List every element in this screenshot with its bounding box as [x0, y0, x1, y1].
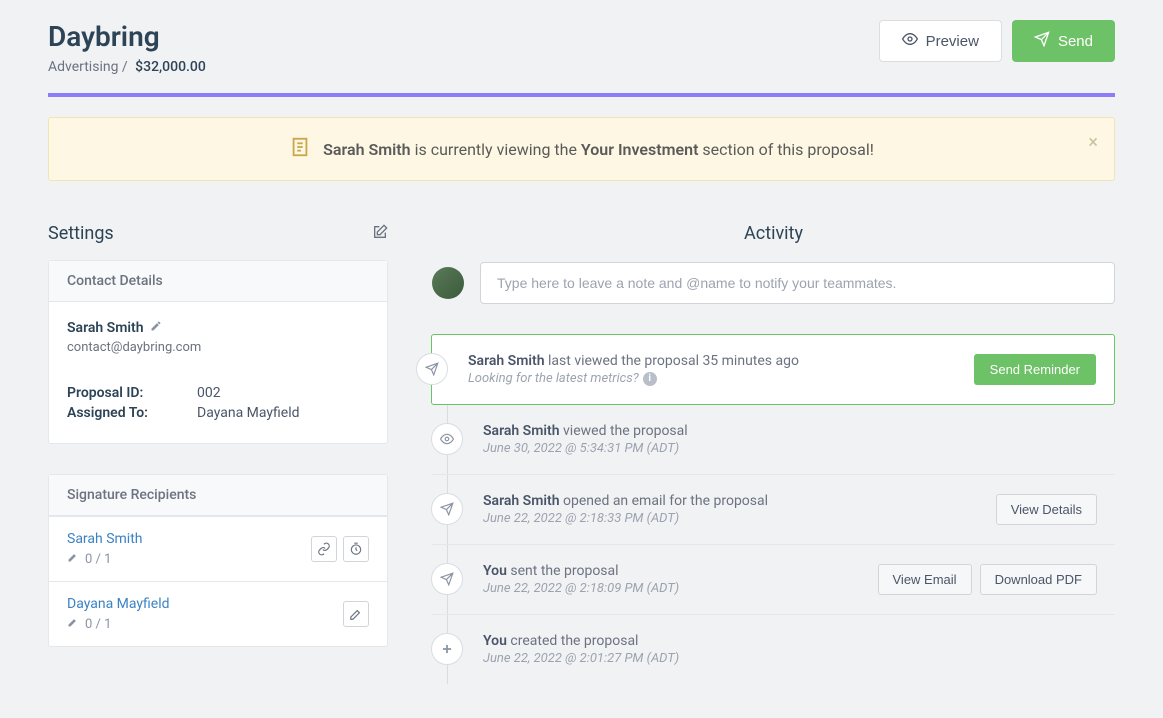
- proposal-amount: $32,000.00: [135, 59, 206, 75]
- view-email-button[interactable]: View Email: [878, 564, 972, 595]
- signature-recipients-header: Signature Recipients: [49, 475, 387, 516]
- link-icon[interactable]: [311, 536, 337, 562]
- view-details-button[interactable]: View Details: [996, 494, 1097, 525]
- category-label: Advertising: [48, 59, 118, 75]
- activity-item: Sarah Smith last viewed the proposal 35 …: [431, 334, 1115, 405]
- recipient-row: Sarah Smith 0 / 1: [49, 516, 387, 581]
- alert-section: Your Investment: [581, 140, 699, 159]
- settings-title: Settings: [48, 223, 114, 244]
- activity-item: You created the proposal June 22, 2022 @…: [432, 615, 1115, 684]
- contact-name: Sarah Smith: [67, 320, 369, 336]
- avatar: [432, 267, 464, 299]
- recipient-signed-count: 0 / 1: [85, 617, 111, 632]
- signature-recipients-card: Signature Recipients Sarah Smith 0 / 1: [48, 474, 388, 647]
- send-icon: [431, 493, 463, 525]
- edit-signer-icon[interactable]: [343, 601, 369, 627]
- alert-viewer: Sarah Smith: [323, 140, 410, 159]
- document-icon: [289, 136, 311, 162]
- alert-text: Sarah Smith is currently viewing the You…: [323, 140, 874, 159]
- recipient-row: Dayana Mayfield 0 / 1: [49, 581, 387, 646]
- send-reminder-button[interactable]: Send Reminder: [974, 354, 1096, 385]
- preview-label: Preview: [926, 33, 979, 50]
- viewing-alert: Sarah Smith is currently viewing the You…: [48, 117, 1115, 181]
- send-icon: [416, 353, 448, 385]
- info-icon[interactable]: i: [643, 372, 657, 386]
- preview-button[interactable]: Preview: [879, 20, 1002, 62]
- activity-title: Activity: [432, 223, 1115, 244]
- contact-email: contact@daybring.com: [67, 340, 369, 355]
- signature-icon: [67, 616, 79, 632]
- accent-divider: [48, 93, 1115, 97]
- recipient-signed-count: 0 / 1: [85, 552, 111, 567]
- contact-details-card: Contact Details Sarah Smith contact@dayb…: [48, 260, 388, 444]
- pencil-icon[interactable]: [150, 320, 162, 336]
- assigned-label: Assigned To:: [67, 405, 197, 421]
- activity-item: Sarah Smith viewed the proposal June 30,…: [432, 405, 1115, 475]
- send-button[interactable]: Send: [1012, 20, 1115, 62]
- contact-details-header: Contact Details: [49, 261, 387, 302]
- send-icon: [1034, 31, 1050, 51]
- send-icon: [431, 563, 463, 595]
- recipient-name[interactable]: Dayana Mayfield: [67, 596, 170, 612]
- note-input[interactable]: [480, 262, 1115, 304]
- activity-item: Sarah Smith opened an email for the prop…: [432, 475, 1115, 545]
- proposal-id-label: Proposal ID:: [67, 385, 197, 401]
- recipient-name[interactable]: Sarah Smith: [67, 531, 142, 547]
- breadcrumb: Advertising / $32,000.00: [48, 59, 879, 75]
- proposal-id-value: 002: [197, 385, 221, 401]
- activity-item: You sent the proposal June 22, 2022 @ 2:…: [432, 545, 1115, 615]
- close-icon[interactable]: ×: [1088, 132, 1098, 153]
- external-edit-icon[interactable]: [372, 224, 388, 244]
- plus-icon: [431, 633, 463, 665]
- timer-icon[interactable]: [343, 536, 369, 562]
- download-pdf-button[interactable]: Download PDF: [980, 564, 1097, 595]
- eye-icon: [431, 423, 463, 455]
- page-title: Daybring: [48, 20, 879, 53]
- assigned-value: Dayana Mayfield: [197, 405, 300, 421]
- signature-icon: [67, 551, 79, 567]
- send-label: Send: [1058, 33, 1093, 50]
- eye-icon: [902, 31, 918, 51]
